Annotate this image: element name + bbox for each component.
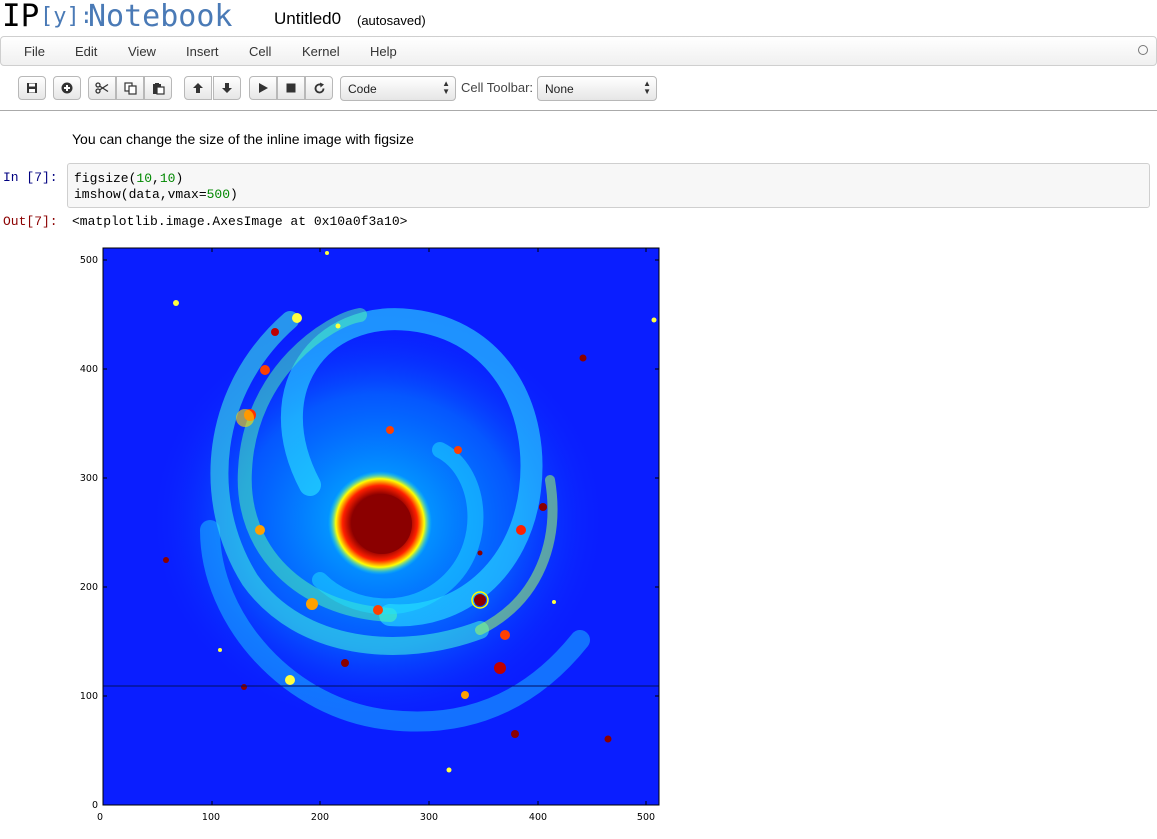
y-tick-label: 300 [80,473,98,484]
toolbar: Code ▲ ▼ Cell Toolbar: None ▲ ▼ [0,66,1157,111]
cell-toolbar-select[interactable]: None ▲ ▼ [537,76,657,101]
paste-icon [152,82,165,95]
restart-icon [314,82,324,93]
copy-icon [123,81,137,95]
menu-view[interactable]: View [128,44,156,59]
output-text: <matplotlib.image.AxesImage at 0x10a0f3a… [72,214,408,229]
y-tick-label: 200 [80,582,98,593]
select-arrows-icon: ▲ ▼ [643,79,651,96]
ipython-logo: IP [2,0,40,34]
run-cell-button[interactable] [249,76,277,100]
code-line: figsize(10,10) [74,171,184,186]
add-cell-icon [61,82,73,94]
y-tick-label: 500 [80,255,98,266]
notebook-name[interactable]: Untitled0 [274,9,341,29]
y-tick-label: 400 [80,364,98,375]
cell-toolbar-value: None [545,82,574,96]
restart-kernel-button[interactable] [305,76,333,100]
select-arrows-icon: ▲ ▼ [442,79,450,96]
run-icon [259,83,268,93]
menubar: File Edit View Insert Cell Kernel Help [0,36,1157,66]
x-tick-label: 400 [529,812,547,823]
y-tick-label: 100 [80,691,98,702]
menu-file[interactable]: File [24,44,45,59]
save-status: (autosaved) [357,13,426,28]
input-prompt: In [7]: [3,170,58,185]
ipython-logo-bracket: [y]: [40,4,93,29]
x-tick-label: 0 [97,812,103,823]
y-tick-label: 0 [92,800,98,811]
code-cell-input[interactable]: figsize(10,10) imshow(data,vmax=500) [67,163,1150,208]
paste-button[interactable] [144,76,172,100]
kernel-status-icon [1138,45,1148,55]
move-cell-up-button[interactable] [184,76,212,100]
x-tick-label: 200 [311,812,329,823]
move-up-icon [193,83,203,93]
header: IP [y]: Notebook Untitled0 (autosaved) [0,0,1157,36]
save-icon [27,83,37,93]
cut-button[interactable] [88,76,116,100]
move-cell-down-button[interactable] [213,76,241,100]
cut-icon [95,82,109,94]
interrupt-kernel-button[interactable] [277,76,305,100]
stop-icon [286,83,296,93]
cell-toolbar-label: Cell Toolbar: [461,80,534,95]
notebook-logo-text: Notebook [88,0,233,34]
markdown-cell[interactable]: You can change the size of the inline im… [72,131,414,147]
menu-edit[interactable]: Edit [75,44,97,59]
x-tick-label: 300 [420,812,438,823]
menu-help[interactable]: Help [370,44,397,59]
copy-button[interactable] [116,76,144,100]
cell-type-select[interactable]: Code ▲ ▼ [340,76,456,101]
menu-kernel[interactable]: Kernel [302,44,340,59]
menu-insert[interactable]: Insert [186,44,219,59]
x-tick-label: 100 [202,812,220,823]
output-prompt: Out[7]: [3,214,58,229]
imshow-plot: 0 100 200 300 400 500 0 100 200 300 400 … [80,247,660,823]
insert-cell-button[interactable] [53,76,81,100]
cell-type-value: Code [348,82,377,96]
save-button[interactable] [18,76,46,100]
menu-cell[interactable]: Cell [249,44,271,59]
move-down-icon [222,83,232,93]
x-tick-label: 500 [637,812,655,823]
code-line: imshow(data,vmax=500) [74,187,238,202]
